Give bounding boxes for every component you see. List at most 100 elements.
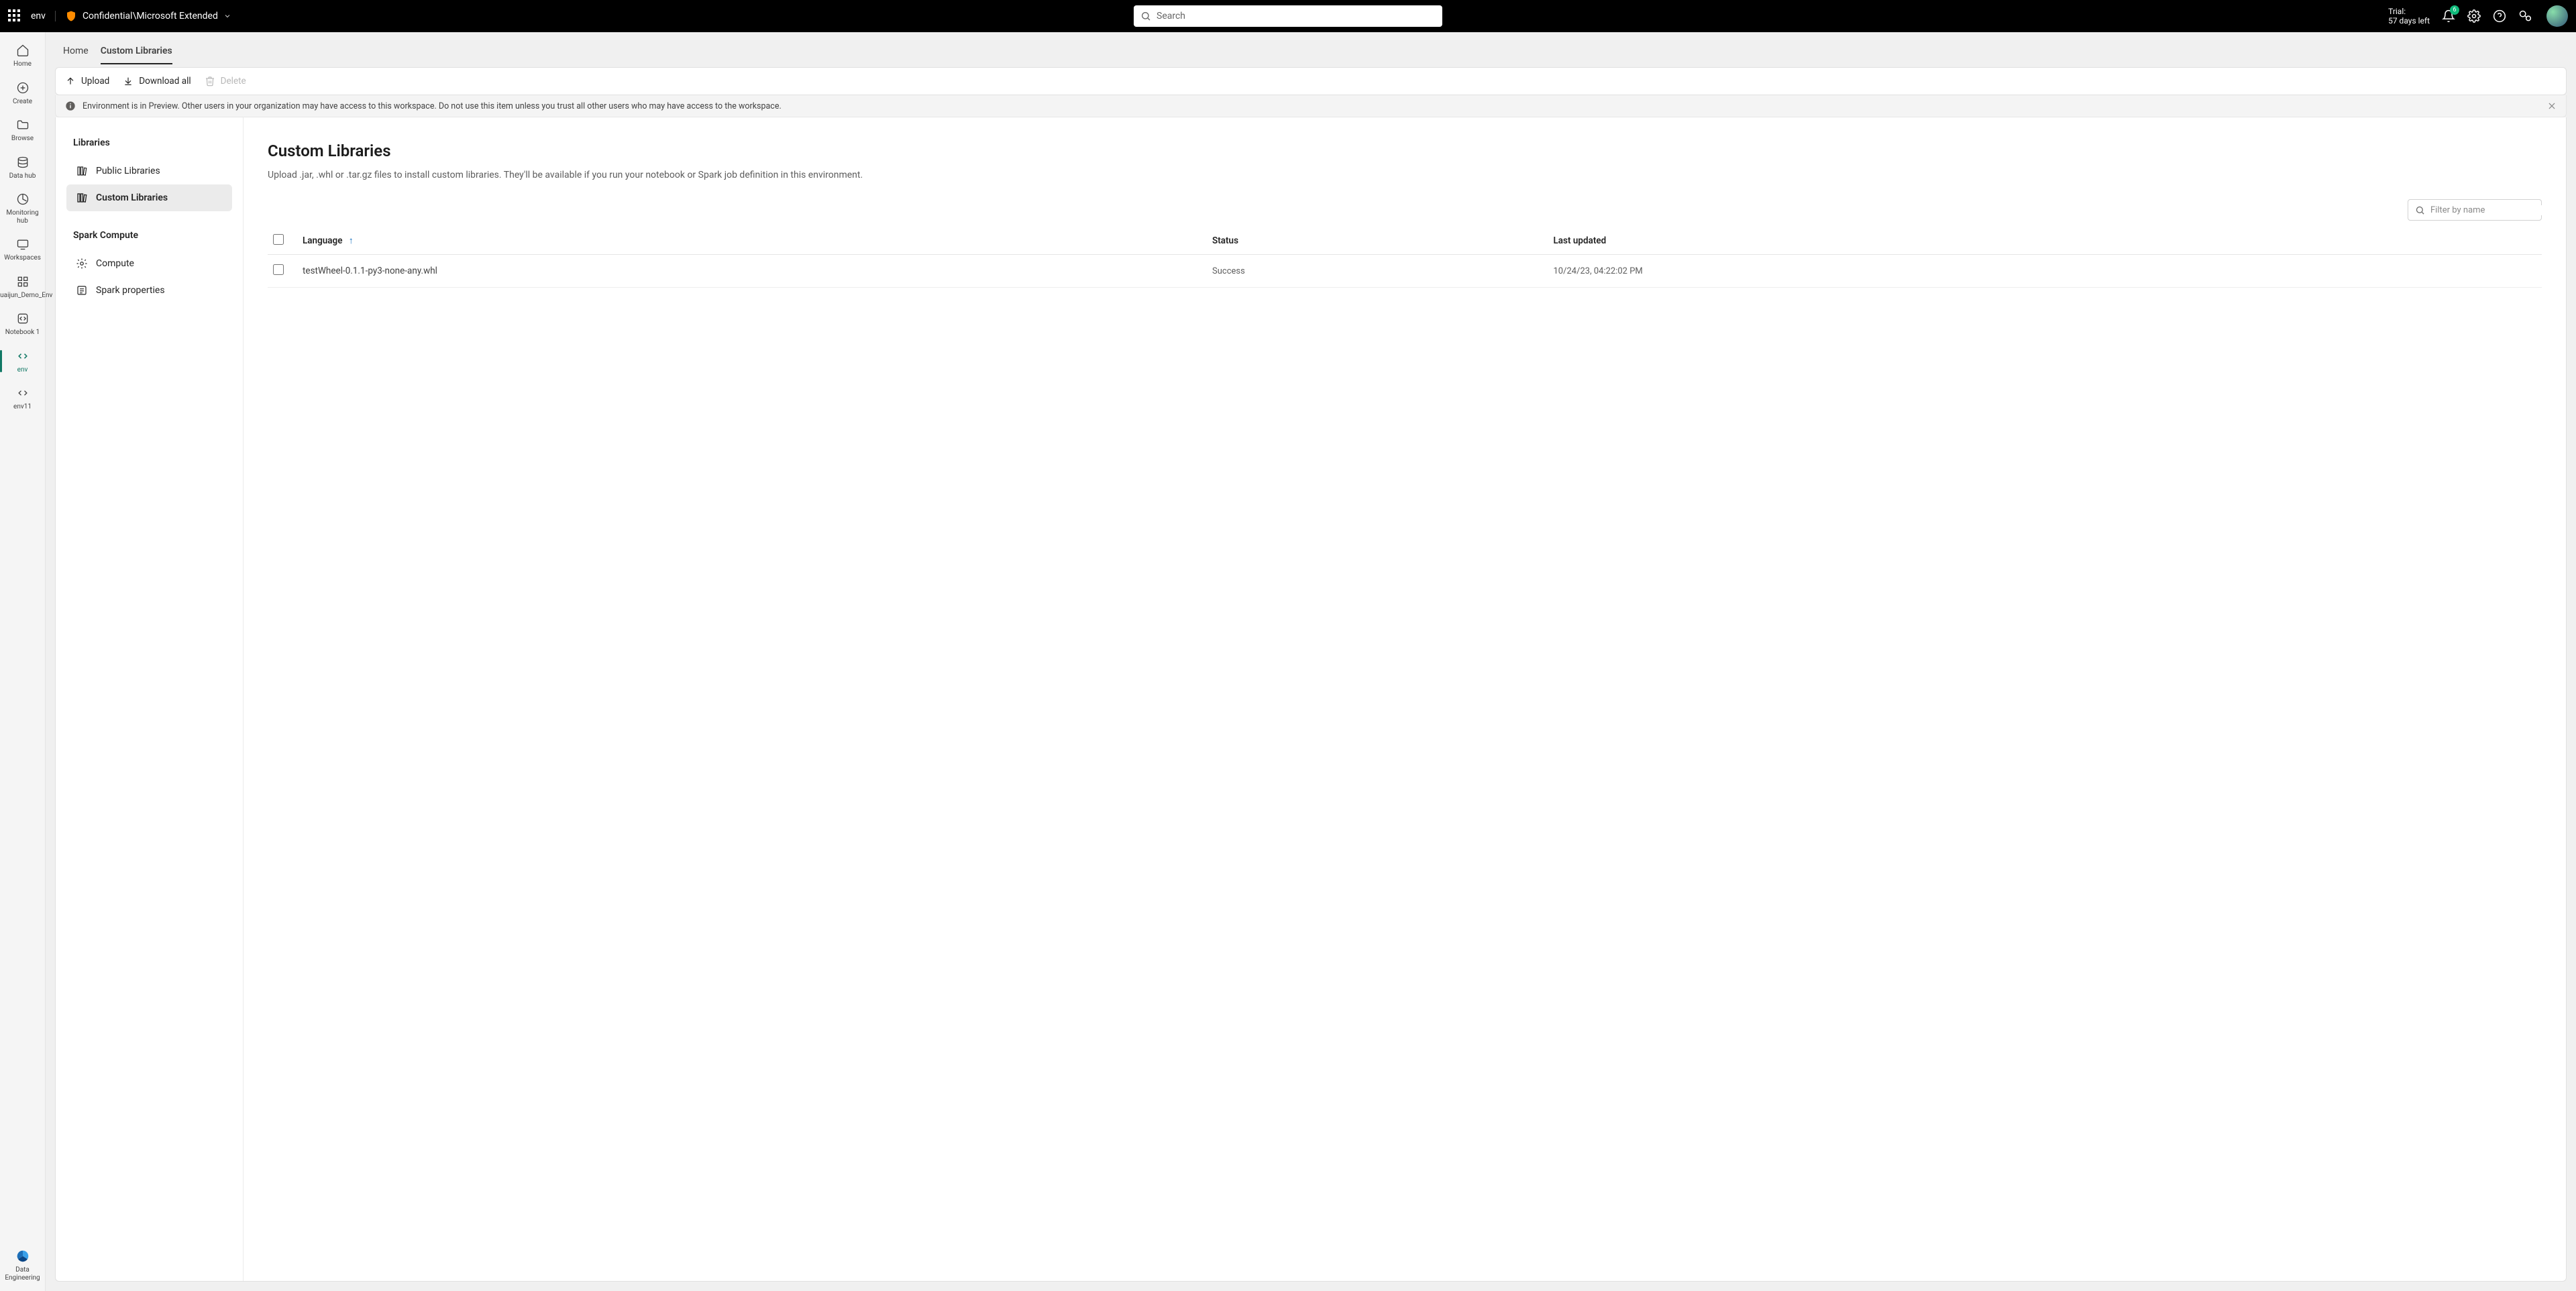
rail-workspaces[interactable]: Workspaces xyxy=(0,231,45,268)
search-icon xyxy=(1140,11,1151,21)
trial-status[interactable]: Trial: 57 days left xyxy=(2388,7,2430,26)
rail-persona[interactable]: Data Engineering xyxy=(0,1242,45,1291)
side-compute[interactable]: Compute xyxy=(66,250,232,277)
download-icon xyxy=(123,76,133,87)
filter-box[interactable] xyxy=(2408,199,2542,221)
delete-button: Delete xyxy=(205,76,246,87)
trash-icon xyxy=(205,76,215,87)
brand-icon xyxy=(15,1249,30,1264)
tab-custom-libraries[interactable]: Custom Libraries xyxy=(101,46,172,64)
feedback-button[interactable] xyxy=(2518,9,2532,23)
library-icon xyxy=(76,165,88,177)
gear-icon xyxy=(76,258,88,270)
row-checkbox[interactable] xyxy=(273,264,284,275)
chevron-down-icon xyxy=(223,12,231,20)
table-row[interactable]: testWheel-0.1.1-py3-none-any.whl Success… xyxy=(268,255,2542,288)
close-icon[interactable] xyxy=(2547,101,2557,111)
delete-label: Delete xyxy=(221,76,246,87)
filter-input[interactable] xyxy=(2430,205,2542,215)
settings-button[interactable] xyxy=(2467,9,2481,23)
col-status[interactable]: Status xyxy=(1207,227,1548,255)
download-all-label: Download all xyxy=(139,76,191,87)
list-icon xyxy=(76,284,88,296)
trial-remaining: 57 days left xyxy=(2388,16,2430,25)
plus-circle-icon xyxy=(15,80,30,95)
rail-workspace-item[interactable]: Shuaijun_Demo_Env xyxy=(0,269,45,305)
rail-datahub[interactable]: Data hub xyxy=(0,150,45,186)
side-item-label: Compute xyxy=(96,258,134,269)
side-section-libraries: Libraries xyxy=(73,137,225,148)
page-description: Upload .jar, .whl or .tar.gz files to in… xyxy=(268,170,2542,180)
rail-label: Home xyxy=(13,60,32,68)
row-updated: 10/24/23, 04:22:02 PM xyxy=(1548,255,2542,288)
row-name: testWheel-0.1.1-py3-none-any.whl xyxy=(297,255,1207,288)
col-language[interactable]: Language ↑ xyxy=(297,227,1207,255)
sort-asc-icon: ↑ xyxy=(349,235,354,246)
col-language-label: Language xyxy=(303,235,343,246)
rail-monitoring[interactable]: Monitoring hub xyxy=(0,186,45,230)
global-search[interactable] xyxy=(1134,5,1442,27)
rail-browse[interactable]: Browse xyxy=(0,112,45,148)
home-icon xyxy=(15,43,30,58)
col-last-updated[interactable]: Last updated xyxy=(1548,227,2542,255)
left-rail: Home Create Browse Data hub Monitoring h… xyxy=(0,32,46,1291)
banner-text: Environment is in Preview. Other users i… xyxy=(83,101,782,111)
topbar-right: Trial: 57 days left 6 xyxy=(2388,5,2568,27)
side-item-label: Spark properties xyxy=(96,285,165,296)
side-custom-libraries[interactable]: Custom Libraries xyxy=(66,184,232,211)
layout: Home Create Browse Data hub Monitoring h… xyxy=(0,32,2576,1291)
rail-label: Create xyxy=(13,98,32,106)
search-icon xyxy=(2415,205,2425,215)
rail-home[interactable]: Home xyxy=(0,38,45,74)
preview-banner: Environment is in Preview. Other users i… xyxy=(55,95,2567,117)
side-public-libraries[interactable]: Public Libraries xyxy=(66,158,232,184)
sensitivity-dropdown[interactable]: Confidential\Microsoft Extended xyxy=(65,10,231,22)
rail-bottom-label: Data Engineering xyxy=(1,1266,44,1282)
help-button[interactable] xyxy=(2493,9,2506,23)
upload-label: Upload xyxy=(81,76,109,87)
main: Home Custom Libraries Upload Download al… xyxy=(46,32,2576,1291)
content-card: Libraries Public Libraries Custom Librar… xyxy=(55,117,2567,1282)
rail-env[interactable]: env xyxy=(0,343,45,380)
search-input[interactable] xyxy=(1157,11,1436,21)
library-icon xyxy=(76,192,88,204)
rail-notebook[interactable]: Notebook 1 xyxy=(0,306,45,342)
side-section-spark: Spark Compute xyxy=(73,230,225,241)
select-all-checkbox[interactable] xyxy=(273,234,284,245)
monitor-icon xyxy=(15,192,30,207)
avatar[interactable] xyxy=(2546,5,2568,27)
row-status: Success xyxy=(1207,255,1548,288)
side-nav: Libraries Public Libraries Custom Librar… xyxy=(56,117,244,1281)
rail-label: Workspaces xyxy=(4,254,41,262)
upload-button[interactable]: Upload xyxy=(65,76,109,87)
database-icon xyxy=(15,155,30,170)
rail-label: Shuaijun_Demo_Env xyxy=(0,292,52,300)
shield-icon xyxy=(65,10,77,22)
info-icon xyxy=(65,101,76,111)
tab-home[interactable]: Home xyxy=(63,46,89,64)
folder-icon xyxy=(15,117,30,132)
rail-label: env11 xyxy=(13,403,32,411)
rail-label: Monitoring hub xyxy=(1,209,44,225)
notifications-button[interactable]: 6 xyxy=(2442,9,2455,23)
rail-label: Browse xyxy=(11,135,34,143)
side-item-label: Custom Libraries xyxy=(96,192,168,203)
upload-icon xyxy=(65,76,76,87)
code-icon xyxy=(15,386,30,400)
rail-label: env xyxy=(17,366,28,374)
download-all-button[interactable]: Download all xyxy=(123,76,191,87)
filter-row xyxy=(268,199,2542,221)
topbar: env Confidential\Microsoft Extended Tria… xyxy=(0,0,2576,32)
rail-label: Data hub xyxy=(9,172,36,180)
rail-label: Notebook 1 xyxy=(5,329,40,337)
rail-env11[interactable]: env11 xyxy=(0,380,45,416)
app-launcher-icon[interactable] xyxy=(8,9,21,23)
rail-create[interactable]: Create xyxy=(0,75,45,111)
toolbar: Upload Download all Delete xyxy=(55,67,2567,95)
tabs: Home Custom Libraries xyxy=(55,40,2567,64)
sensitivity-label: Confidential\Microsoft Extended xyxy=(83,11,218,21)
notification-badge: 6 xyxy=(2450,5,2459,15)
detail-panel: Custom Libraries Upload .jar, .whl or .t… xyxy=(244,117,2566,1281)
side-spark-properties[interactable]: Spark properties xyxy=(66,277,232,304)
code-icon xyxy=(15,311,30,326)
